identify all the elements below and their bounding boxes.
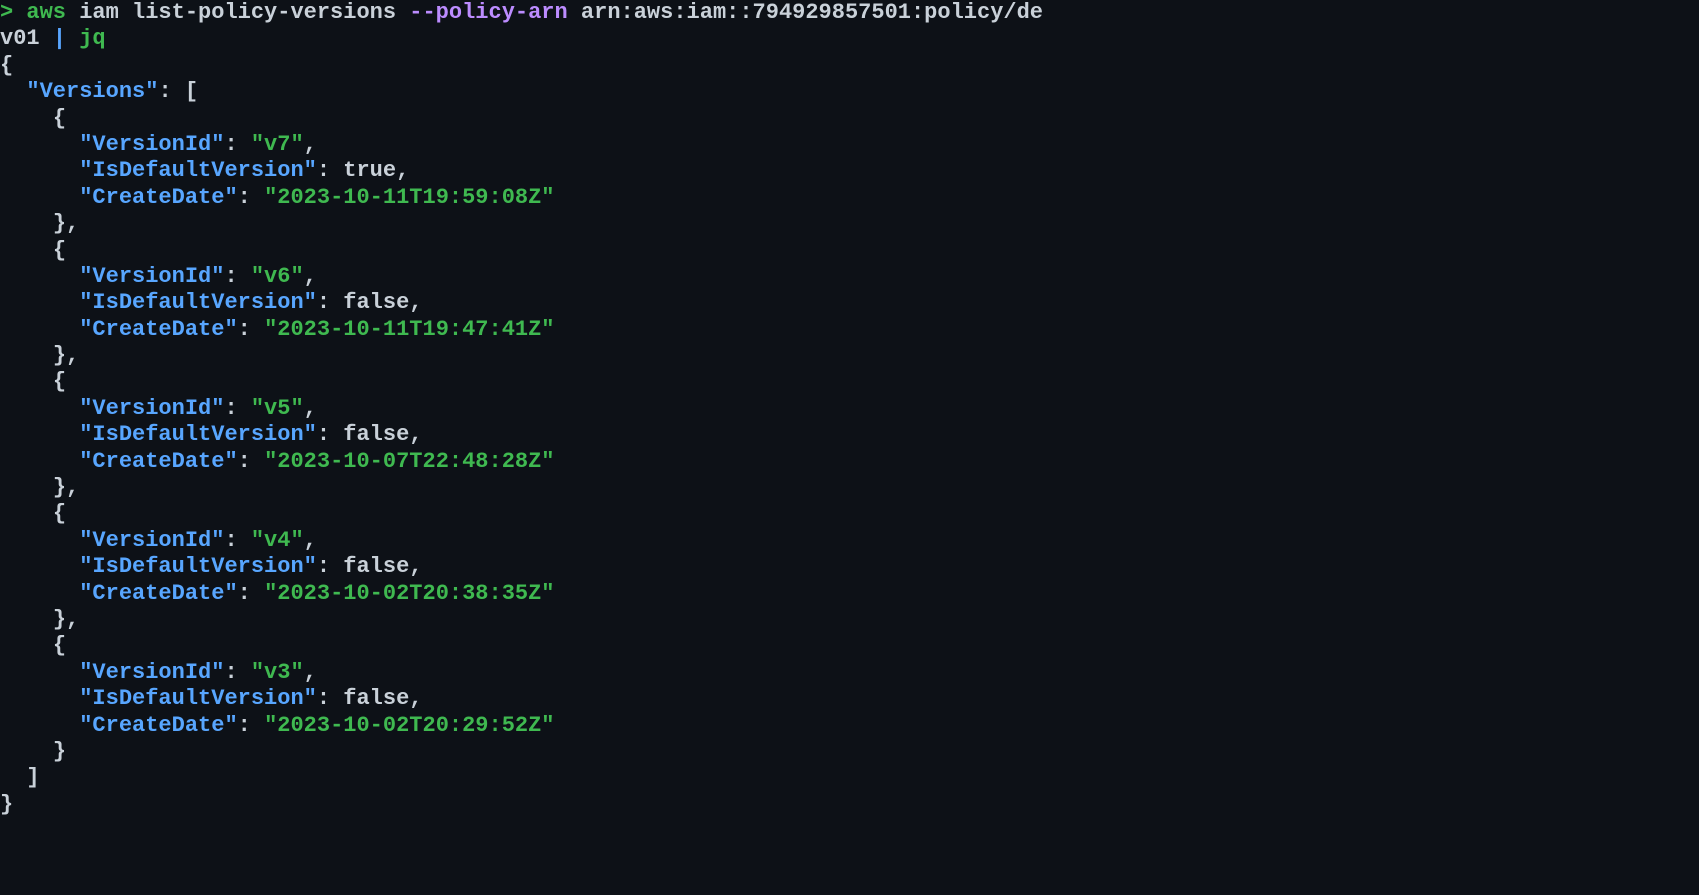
json-key-versionid: "VersionId" xyxy=(79,264,224,289)
json-comma: , xyxy=(396,158,409,183)
json-colon: : xyxy=(317,686,330,711)
json-colon: : xyxy=(224,264,237,289)
json-comma: , xyxy=(409,554,422,579)
cmd-jq: jq xyxy=(79,26,105,51)
json-obj-open: { xyxy=(53,369,66,394)
json-comma: , xyxy=(66,343,79,368)
json-value-createdate: "2023-10-02T20:29:52Z" xyxy=(264,713,554,738)
json-obj-close: } xyxy=(53,475,66,500)
json-colon: : xyxy=(238,449,251,474)
json-comma: , xyxy=(66,475,79,500)
json-value-isdefault: false xyxy=(343,422,409,447)
json-key-createdate: "CreateDate" xyxy=(79,713,237,738)
cmd-arg-arn-part2: v01 xyxy=(0,26,40,51)
json-value-isdefault: false xyxy=(343,554,409,579)
json-value-createdate: "2023-10-02T20:38:35Z" xyxy=(264,581,554,606)
json-colon: : xyxy=(238,713,251,738)
json-obj-open: { xyxy=(53,106,66,131)
json-key-isdefault: "IsDefaultVersion" xyxy=(79,554,317,579)
json-key-versionid: "VersionId" xyxy=(79,396,224,421)
json-colon: : xyxy=(158,79,171,104)
json-value-versionid: "v3" xyxy=(251,660,304,685)
json-comma: , xyxy=(304,396,317,421)
prompt-caret: > xyxy=(0,0,13,25)
json-value-createdate: "2023-10-11T19:59:08Z" xyxy=(264,185,554,210)
json-value-isdefault: false xyxy=(343,686,409,711)
json-obj-close: } xyxy=(53,739,66,764)
json-value-isdefault: false xyxy=(343,290,409,315)
json-colon: : xyxy=(317,290,330,315)
json-comma: , xyxy=(66,211,79,236)
json-obj-close: } xyxy=(53,343,66,368)
json-comma: , xyxy=(304,528,317,553)
json-comma: , xyxy=(304,660,317,685)
json-colon: : xyxy=(317,554,330,579)
json-key-versionid: "VersionId" xyxy=(79,528,224,553)
json-value-versionid: "v5" xyxy=(251,396,304,421)
terminal-output: > aws iam list-policy-versions --policy-… xyxy=(0,0,1699,818)
json-value-versionid: "v6" xyxy=(251,264,304,289)
json-comma: , xyxy=(409,422,422,447)
json-value-createdate: "2023-10-07T22:48:28Z" xyxy=(264,449,554,474)
json-colon: : xyxy=(224,528,237,553)
cmd-aws: aws xyxy=(26,0,66,25)
json-key-versions: "Versions" xyxy=(26,79,158,104)
json-colon: : xyxy=(317,422,330,447)
json-comma: , xyxy=(304,132,317,157)
json-obj-close: } xyxy=(53,607,66,632)
json-colon: : xyxy=(238,185,251,210)
json-obj-open: { xyxy=(53,501,66,526)
cmd-pipe: | xyxy=(53,26,66,51)
json-close-bracket: ] xyxy=(26,765,39,790)
json-comma: , xyxy=(66,607,79,632)
cmd-subcommand: iam list-policy-versions xyxy=(79,0,396,25)
json-open-brace: { xyxy=(0,53,13,78)
json-obj-open: { xyxy=(53,633,66,658)
cmd-flag-policy-arn: --policy-arn xyxy=(409,0,567,25)
json-colon: : xyxy=(224,132,237,157)
json-colon: : xyxy=(317,158,330,183)
json-key-createdate: "CreateDate" xyxy=(79,449,237,474)
json-comma: , xyxy=(304,264,317,289)
json-comma: , xyxy=(409,686,422,711)
json-colon: : xyxy=(238,581,251,606)
json-key-createdate: "CreateDate" xyxy=(79,581,237,606)
json-key-isdefault: "IsDefaultVersion" xyxy=(79,422,317,447)
json-key-createdate: "CreateDate" xyxy=(79,185,237,210)
json-value-isdefault: true xyxy=(343,158,396,183)
json-value-createdate: "2023-10-11T19:47:41Z" xyxy=(264,317,554,342)
cmd-arg-arn-part1: arn:aws:iam::794929857501:policy/de xyxy=(581,0,1043,25)
json-value-versionid: "v7" xyxy=(251,132,304,157)
json-key-versionid: "VersionId" xyxy=(79,660,224,685)
json-key-isdefault: "IsDefaultVersion" xyxy=(79,686,317,711)
json-obj-open: { xyxy=(53,238,66,263)
json-close-brace: } xyxy=(0,792,13,817)
json-key-isdefault: "IsDefaultVersion" xyxy=(79,158,317,183)
json-obj-close: } xyxy=(53,211,66,236)
json-open-bracket: [ xyxy=(185,79,198,104)
json-comma: , xyxy=(409,290,422,315)
json-key-versionid: "VersionId" xyxy=(79,132,224,157)
json-value-versionid: "v4" xyxy=(251,528,304,553)
json-key-createdate: "CreateDate" xyxy=(79,317,237,342)
json-colon: : xyxy=(224,396,237,421)
json-key-isdefault: "IsDefaultVersion" xyxy=(79,290,317,315)
json-colon: : xyxy=(224,660,237,685)
json-colon: : xyxy=(238,317,251,342)
